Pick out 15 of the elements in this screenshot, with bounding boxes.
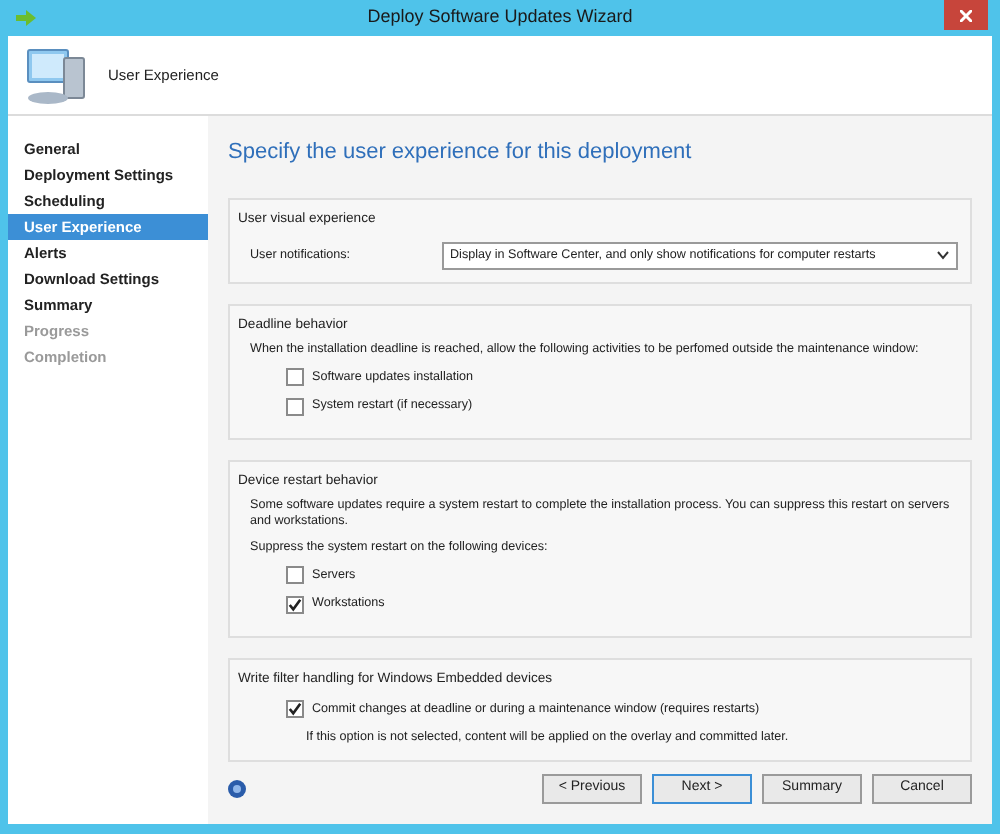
page-heading: Specify the user experience for this deployment <box>228 138 694 168</box>
checkbox[interactable] <box>286 368 304 387</box>
checkbox[interactable] <box>286 700 304 719</box>
close-button[interactable] <box>944 0 988 30</box>
arrow-icon <box>16 10 36 26</box>
help-icon[interactable] <box>228 780 246 798</box>
window-title: Deploy Software Updates Wizard <box>367 4 633 31</box>
checkmark-icon <box>288 702 302 717</box>
computer-icon <box>24 45 88 105</box>
chevron-down-icon <box>936 250 950 261</box>
close-icon <box>960 9 972 21</box>
checkbox[interactable] <box>286 397 304 416</box>
checkmark-icon <box>288 597 302 612</box>
checkbox[interactable] <box>286 595 304 614</box>
checkbox[interactable] <box>286 566 304 585</box>
